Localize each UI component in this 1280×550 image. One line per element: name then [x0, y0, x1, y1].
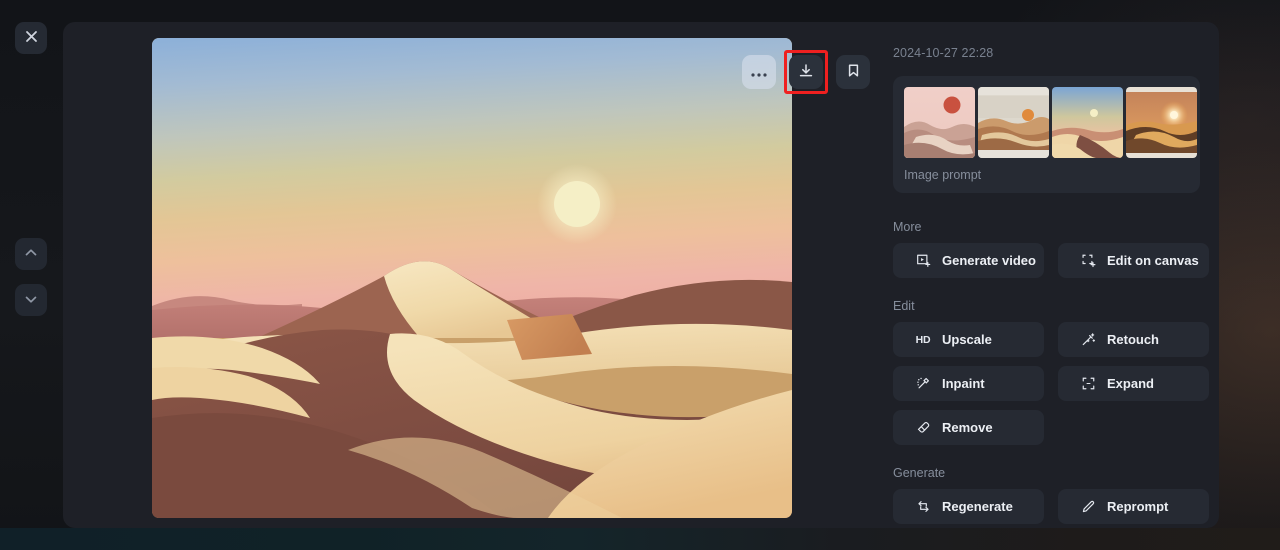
- more-options-button[interactable]: [742, 55, 776, 89]
- bottom-accent-strip: [0, 528, 1280, 550]
- canvas-frame-icon: [1080, 253, 1096, 269]
- next-image-button[interactable]: [15, 284, 47, 316]
- upscale-button[interactable]: HD Upscale: [893, 322, 1044, 357]
- download-button-highlight-wrapper: [784, 50, 828, 94]
- timestamp: 2024-10-27 22:28: [893, 46, 994, 60]
- edit-on-canvas-button[interactable]: Edit on canvas: [1058, 243, 1209, 278]
- section-label-generate: Generate: [893, 466, 946, 480]
- action-label: Upscale: [942, 332, 992, 347]
- action-grid-edit: HD Upscale Retouch Inpaint Expand Remove: [893, 322, 1209, 445]
- regenerate-button[interactable]: Regenerate: [893, 489, 1044, 524]
- refresh-icon: [915, 499, 931, 515]
- close-icon: [25, 30, 38, 46]
- image-stage: [152, 38, 870, 518]
- action-label: Expand: [1107, 376, 1154, 391]
- remove-button[interactable]: Remove: [893, 410, 1044, 445]
- image-prompt-label: Image prompt: [904, 168, 982, 182]
- thumbnail-3[interactable]: [1052, 87, 1123, 158]
- thumbnail-strip: [904, 87, 1197, 158]
- close-button[interactable]: [15, 22, 47, 54]
- image-prompt-card: Image prompt: [893, 76, 1200, 193]
- generate-video-button[interactable]: Generate video: [893, 243, 1044, 278]
- video-plus-icon: [915, 253, 931, 269]
- side-panel: 2024-10-27 22:28 Image prompt More Gener…: [893, 22, 1219, 528]
- previous-image-button[interactable]: [15, 238, 47, 270]
- action-label: Remove: [942, 420, 993, 435]
- reprompt-button[interactable]: Reprompt: [1058, 489, 1209, 524]
- expand-button[interactable]: Expand: [1058, 366, 1209, 401]
- action-label: Inpaint: [942, 376, 985, 391]
- action-label: Reprompt: [1107, 499, 1169, 514]
- eraser-icon: [915, 420, 931, 436]
- chevron-down-icon: [24, 292, 38, 309]
- action-label: Edit on canvas: [1107, 253, 1199, 268]
- retouch-button[interactable]: Retouch: [1058, 322, 1209, 357]
- image-detail-modal: 2024-10-27 22:28 Image prompt More Gener…: [63, 22, 1219, 528]
- left-rail: [0, 0, 63, 528]
- hero-image[interactable]: [152, 38, 792, 518]
- download-icon: [798, 63, 814, 82]
- action-label: Generate video: [942, 253, 1036, 268]
- inpaint-button[interactable]: Inpaint: [893, 366, 1044, 401]
- section-label-edit: Edit: [893, 299, 915, 313]
- hd-icon: HD: [915, 333, 931, 346]
- action-grid-generate: Regenerate Reprompt: [893, 489, 1209, 524]
- bookmark-button[interactable]: [836, 55, 870, 89]
- action-label: Retouch: [1107, 332, 1159, 347]
- action-label: Regenerate: [942, 499, 1013, 514]
- bookmark-icon: [846, 63, 861, 81]
- inpaint-brush-icon: [915, 376, 931, 392]
- chevron-up-icon: [24, 246, 38, 263]
- thumbnail-2[interactable]: [978, 87, 1049, 158]
- thumbnail-1[interactable]: [904, 87, 975, 158]
- ellipsis-icon: [751, 65, 767, 80]
- hero-image-artwork: [152, 38, 792, 518]
- image-toolbar: [742, 50, 870, 94]
- download-button[interactable]: [789, 55, 823, 89]
- magic-wand-icon: [1080, 332, 1096, 348]
- thumbnail-4[interactable]: [1126, 87, 1197, 158]
- section-label-more: More: [893, 220, 922, 234]
- pencil-icon: [1080, 499, 1096, 515]
- expand-frame-icon: [1080, 376, 1096, 392]
- action-grid-more: Generate video Edit on canvas: [893, 243, 1209, 278]
